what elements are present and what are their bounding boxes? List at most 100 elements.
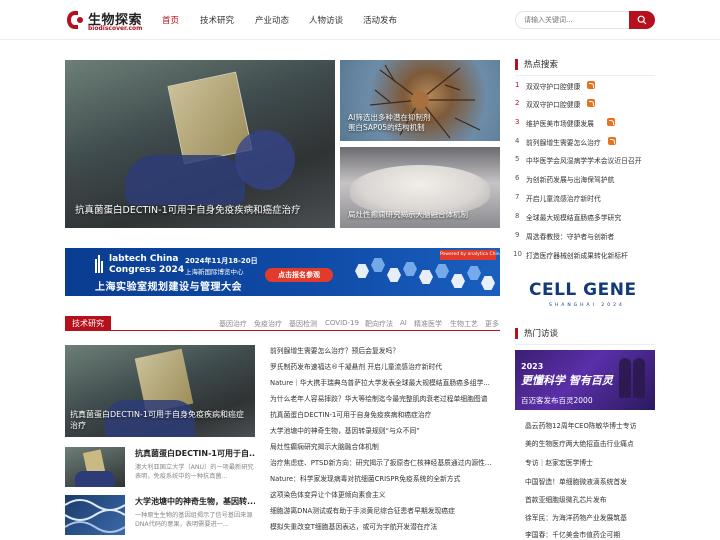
hot-text: 全球最大规模结直肠癌多学研究: [526, 214, 622, 222]
nav-tech[interactable]: 技术研究: [200, 14, 234, 26]
tech-article[interactable]: 大学池塘中的神奇生物，基因转... 一种原生生物的基因组揭示了信号基因来源DNA…: [65, 495, 255, 535]
labtech-logo-icon: [95, 255, 103, 273]
hot-search-item[interactable]: 3 维护医美市场健康发展: [515, 118, 655, 129]
hot-rank: 5: [515, 155, 520, 163]
news-item[interactable]: Nature：科学家发现病毒对抗细菌CRISPR免疫系统的全新方式: [270, 473, 500, 483]
interviews-title: 热门访谈: [524, 329, 559, 339]
hot-rank: 9: [515, 231, 520, 239]
interview-item[interactable]: 中国智造！单细胞微液滴系统首发: [525, 476, 655, 486]
hex-decor-icon: [481, 276, 495, 290]
hex-decor-icon: [467, 266, 481, 280]
tab-precision[interactable]: 精准医学: [414, 319, 442, 329]
tech-article[interactable]: 抗真菌蛋白DECTIN-1可用于自... 澳大利亚国立大学（ANU）的一项最新研…: [65, 447, 255, 487]
news-item[interactable]: 模拟失重改变T细胞基因表达，或可为宇航开发潜在疗法: [270, 521, 500, 531]
news-item[interactable]: 治疗焦虑症、PTSD新方向：研究揭示了扳原杏仁核神经基质通过内源性...: [270, 457, 500, 467]
hot-text: 打造医疗器械创新成果转化新标杆: [526, 252, 628, 260]
tab-ai[interactable]: AI: [400, 319, 407, 327]
tech-feature-caption: 抗真菌蛋白DECTIN-1可用于自身免疫疾病和癌症治疗: [70, 410, 245, 430]
interview-feature-slogan: 更懂科学 智有百灵: [521, 374, 613, 387]
tech-article-title[interactable]: 大学池塘中的神奇生物，基因转...: [135, 496, 255, 507]
news-item[interactable]: 抗真菌蛋白DECTIN-1可用于自身免疫疾病和癌症治疗: [270, 409, 500, 419]
hot-search-item[interactable]: 8 全球最大规模结直肠癌多学研究: [515, 212, 655, 223]
news-item[interactable]: 局灶性癫痫研究揭示大脑融合体机制: [270, 441, 500, 451]
hot-search-item[interactable]: 9 周选春教授：守护者与创新者: [515, 231, 655, 242]
tab-immunotherapy[interactable]: 免疫治疗: [254, 319, 282, 329]
tech-section-tag[interactable]: 技术研究: [65, 316, 111, 331]
banner-logo-line1: labtech China: [109, 254, 179, 264]
interview-feature-card[interactable]: 2023 更懂科学 智有百灵 百迈客发布百灵2000: [515, 350, 655, 410]
tab-more[interactable]: 更多: [485, 319, 499, 329]
hot-text: 前列腺增生需要怎么治疗: [526, 139, 601, 147]
logo-domain: biodiscover.com: [88, 25, 143, 32]
hot-search-item[interactable]: 1 双双守护口腔健康: [515, 81, 655, 92]
tech-article-thumb: [65, 447, 125, 487]
hot-search-item[interactable]: 10 打造医疗器械创新成果转化新标杆: [513, 250, 655, 261]
interview-item[interactable]: 专访｜赵家宏医学博士: [525, 457, 655, 467]
cellgene-logo: CELL GENE: [529, 280, 637, 300]
hero-main-caption: 抗真菌蛋白DECTIN-1可用于自身免疫疾病和癌症治疗: [75, 205, 301, 216]
logo-mark-icon: [67, 11, 83, 29]
hot-rank: 10: [513, 250, 522, 258]
tech-article-desc: 澳大利亚国立大学（ANU）的一项最新研究表明，免疫系统中的一种抗真菌...: [135, 464, 254, 480]
interview-item[interactable]: 晶云药物12周年CEO陈敏华博士专访: [525, 420, 655, 430]
news-item[interactable]: 罗氏制药发布速福达®千凝悬剂 开启儿童流感治疗新时代: [270, 361, 500, 371]
tab-gene-therapy[interactable]: 基因治疗: [219, 319, 247, 329]
hot-search-item[interactable]: 2 双双守护口腔健康: [515, 99, 655, 110]
interview-item[interactable]: 首款亚细胞级微孔芯片发布: [525, 494, 655, 504]
search-button[interactable]: [629, 11, 655, 29]
ad-banner[interactable]: labtech China Congress 2024 2024年11月18-2…: [65, 248, 500, 296]
site-logo[interactable]: 生物探索 biodiscover.com: [66, 9, 146, 33]
nav-industry[interactable]: 产业动态: [255, 14, 289, 26]
interviews-header: 热门访谈: [515, 327, 655, 341]
nav-interviews[interactable]: 人物访谈: [309, 14, 343, 26]
search-box: [515, 11, 655, 29]
search-input[interactable]: [515, 11, 631, 29]
hero-side-caption-2: 局灶性癫痫研究揭示大脑融合体机制: [348, 210, 468, 219]
divider: [515, 344, 655, 345]
tech-feature-card[interactable]: 抗真菌蛋白DECTIN-1可用于自身免疫疾病和癌症治疗: [65, 345, 255, 437]
hex-decor-icon: [403, 262, 417, 276]
hero-side-card-2[interactable]: 局灶性癫痫研究揭示大脑融合体机制: [340, 147, 500, 228]
banner-powered-badge: Powered by analytica China: [440, 250, 500, 260]
tech-article-title[interactable]: 抗真菌蛋白DECTIN-1可用于自...: [135, 448, 255, 459]
news-item[interactable]: 大学池塘中的神奇生物，基因转录规则“与众不同”: [270, 425, 500, 435]
tab-bioprocess[interactable]: 生物工艺: [450, 319, 478, 329]
interview-item[interactable]: 美的生物医疗两大绝招直击行业痛点: [525, 438, 655, 448]
hot-search-item[interactable]: 6 为创新药发展与出海保驾护航: [515, 174, 655, 185]
news-item[interactable]: 细胞游离DNA测试或有助于手淡黄尼综合征患者早期发现癌症: [270, 505, 500, 515]
site-header: 生物探索 biodiscover.com 首页 技术研究 产业动态 人物访谈 活…: [0, 0, 720, 40]
banner-cta-button[interactable]: 点击报名参观: [265, 268, 333, 282]
hot-rss-icon: [607, 118, 615, 126]
hex-decor-icon: [387, 268, 401, 282]
news-item[interactable]: Nature｜华大携手瑞典乌普萨拉大学发表全球最大规模结直肠癌多组学...: [270, 377, 500, 387]
nav-events[interactable]: 活动发布: [363, 14, 397, 26]
interview-item[interactable]: 徐军民：为海洋药物产业发展筑基: [525, 512, 655, 522]
tab-gene-testing[interactable]: 基因检测: [289, 319, 317, 329]
hot-text: 中华医学会风湿病学学术会议近日召开: [526, 157, 642, 165]
news-item[interactable]: 这项染色体变异让个体更倾向素食主义: [270, 489, 500, 499]
hex-decor-icon: [435, 264, 449, 278]
hex-decor-icon: [371, 258, 385, 272]
tab-targeted[interactable]: 靶向疗法: [365, 319, 393, 329]
news-item[interactable]: 为什么老年人容易摔跤？华大等绘制迄今最完整肌肉衰老过程单细胞图谱: [270, 393, 500, 403]
news-item[interactable]: 前列腺增生需要怎么治疗？预后会复发吗？: [270, 345, 500, 355]
tech-article-desc: 一种原生生物的基因组揭示了信号基因来源DNA代码的意果，表明需要进一...: [135, 512, 253, 528]
tab-covid[interactable]: COVID-19: [325, 319, 359, 327]
cellgene-sub: SHANGHAI 2024: [549, 303, 625, 308]
hero-main-card[interactable]: 抗真菌蛋白DECTIN-1可用于自身免疫疾病和癌症治疗: [65, 60, 335, 228]
banner-date: 2024年11月18-20日: [185, 257, 258, 265]
hot-search-item[interactable]: 5 中华医学会风湿病学学术会议近日召开: [515, 155, 655, 166]
hot-search-item[interactable]: 7 开启儿童流感治疗新时代: [515, 193, 655, 204]
banner-logo-line2: Congress 2024: [109, 265, 185, 275]
hot-rank: 4: [515, 137, 520, 145]
hot-search-item[interactable]: 4 前列腺增生需要怎么治疗: [515, 137, 655, 148]
hot-rank: 6: [515, 174, 520, 182]
nav-home[interactable]: 首页: [162, 14, 179, 26]
hero-side-card-1[interactable]: AI筛选出多种潜在抑制剂 蛋白SAP05的结构机制: [340, 60, 500, 141]
hot-rank: 1: [515, 81, 520, 89]
interview-feature-caption: 百迈客发布百灵2000: [521, 396, 593, 405]
hot-rank: 3: [515, 118, 520, 126]
interview-item[interactable]: 李国春：千亿美金市值药企可期: [525, 529, 655, 539]
hot-rss-icon: [587, 81, 595, 89]
cellgene-ad[interactable]: CELL GENE SHANGHAI 2024: [515, 278, 655, 314]
